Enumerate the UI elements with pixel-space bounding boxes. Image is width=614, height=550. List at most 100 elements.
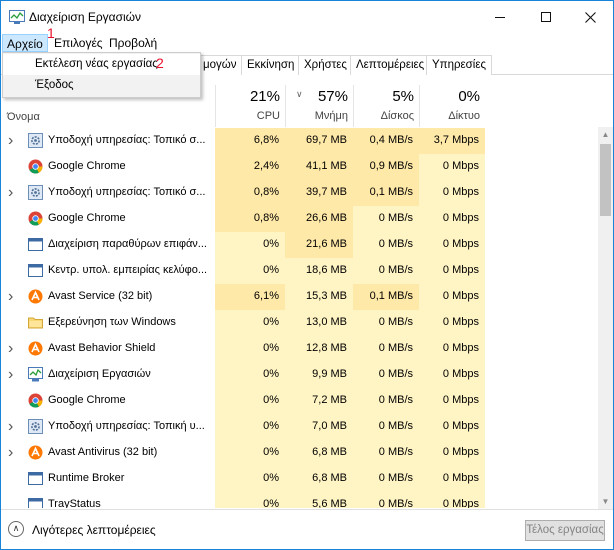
process-row[interactable]: Google Chrome 2,4% 41,1 MB 0,9 MB/s 0 Mbps xyxy=(1,154,598,180)
menu-file[interactable]: Αρχείο xyxy=(2,34,48,52)
process-memory-value: 9,9 MB xyxy=(285,362,353,388)
sort-down-icon: ∨ xyxy=(296,89,303,99)
process-cpu-value: 0% xyxy=(215,414,285,440)
process-row[interactable]: › Υποδοχή υπηρεσίας: Τοπικό σ... 6,8% 69,7 … xyxy=(1,128,598,154)
process-row[interactable]: Διαχείριση παραθύρων επιφάν... 0% 21,6 MB 0… xyxy=(1,232,598,258)
title-bar[interactable]: Διαχείριση Εργασιών xyxy=(1,1,613,33)
process-cpu-value: 6,8% xyxy=(215,128,285,154)
scroll-up-icon[interactable]: ▲ xyxy=(598,127,613,142)
window-icon xyxy=(28,471,43,486)
process-disk-value: 0 MB/s xyxy=(353,258,419,284)
minimize-icon xyxy=(495,16,505,18)
process-disk-value: 0,1 MB/s xyxy=(353,180,419,206)
process-row[interactable]: › Avast Service (32 bit) 6,1% 15,3 MB 0,1 MB… xyxy=(1,284,598,310)
process-list: › Υποδοχή υπηρεσίας: Τοπικό σ... 6,8% 69,7 … xyxy=(1,128,598,508)
menu-options[interactable]: Επιλογές xyxy=(50,34,107,52)
process-disk-value: 0 MB/s xyxy=(353,336,419,362)
process-row[interactable]: Google Chrome 0,8% 26,6 MB 0 MB/s 0 Mbps xyxy=(1,206,598,232)
process-disk-value: 0 MB/s xyxy=(353,440,419,466)
cpu-label: CPU xyxy=(256,110,280,122)
process-name: Google Chrome xyxy=(48,160,126,172)
process-disk-value: 0 MB/s xyxy=(353,388,419,414)
process-memory-value: 7,2 MB xyxy=(285,388,353,414)
column-header-memory[interactable]: ∨ 57% Μνήμη xyxy=(285,85,353,127)
chevron-right-icon[interactable]: › xyxy=(8,336,13,361)
scrollbar-thumb[interactable] xyxy=(600,144,611,216)
process-memory-value: 41,1 MB xyxy=(285,154,353,180)
disk-label: Δίσκος xyxy=(380,110,414,122)
process-network-value: 0 Mbps xyxy=(419,388,485,414)
process-row[interactable]: › Διαχείριση Εργασιών 0% 9,9 MB 0 MB/s 0 Mbps xyxy=(1,362,598,388)
process-memory-value: 69,7 MB xyxy=(285,128,353,154)
tab-app-history[interactable]: μογών xyxy=(197,55,243,75)
chevron-right-icon[interactable]: › xyxy=(8,440,13,465)
chevron-up-icon[interactable]: ∧ xyxy=(8,521,24,537)
process-network-value: 0 Mbps xyxy=(419,258,485,284)
process-cpu-value: 0% xyxy=(215,232,285,258)
process-name: Διαχείριση παραθύρων επιφάν... xyxy=(48,238,207,250)
window-icon xyxy=(28,263,43,278)
close-button[interactable] xyxy=(567,1,613,33)
chrome-icon xyxy=(28,159,43,174)
process-name: Google Chrome xyxy=(48,212,126,224)
avast-icon xyxy=(28,289,43,304)
chevron-right-icon[interactable]: › xyxy=(8,414,13,439)
tab-users[interactable]: Χρήστες xyxy=(298,55,353,75)
tab-services[interactable]: Υπηρεσίες xyxy=(426,55,492,75)
column-header-cpu[interactable]: 21% CPU xyxy=(215,85,285,127)
taskmgr-icon xyxy=(28,367,43,382)
menu-item-run-new-task[interactable]: Εκτέλεση νέας εργασίας xyxy=(3,54,200,75)
process-memory-value: 15,3 MB xyxy=(285,284,353,310)
process-row[interactable]: Google Chrome 0% 7,2 MB 0 MB/s 0 Mbps xyxy=(1,388,598,414)
vertical-scrollbar[interactable]: ▲ ▼ xyxy=(598,127,613,509)
cpu-total: 21% xyxy=(249,88,280,105)
process-disk-value: 0 MB/s xyxy=(353,310,419,336)
maximize-button[interactable] xyxy=(523,1,569,33)
folder-icon xyxy=(28,315,43,330)
process-name: Υποδοχή υπηρεσίας: Τοπικό σ... xyxy=(48,134,206,146)
chevron-right-icon[interactable]: › xyxy=(8,180,13,205)
process-name: Διαχείριση Εργασιών xyxy=(48,368,151,380)
tab-startup[interactable]: Εκκίνηση xyxy=(241,55,301,75)
process-cpu-value: 0% xyxy=(215,336,285,362)
process-name: Κεντρ. υπολ. εμπειρίας κελύφο... xyxy=(48,264,208,276)
scroll-down-icon[interactable]: ▼ xyxy=(598,494,613,509)
column-header-name[interactable]: Όνομα xyxy=(7,111,40,123)
process-memory-value: 6,8 MB xyxy=(285,440,353,466)
process-name: Υποδοχή υπηρεσίας: Τοπικό σ... xyxy=(48,186,206,198)
chevron-right-icon[interactable]: › xyxy=(8,128,13,153)
process-cpu-value: 6,1% xyxy=(215,284,285,310)
menu-item-exit[interactable]: Έξοδος xyxy=(3,75,200,96)
column-header-network[interactable]: 0% Δίκτυο xyxy=(419,85,485,127)
process-network-value: 0 Mbps xyxy=(419,362,485,388)
gear-icon xyxy=(28,185,43,200)
task-manager-icon xyxy=(9,10,25,24)
menu-view[interactable]: Προβολή xyxy=(105,34,161,52)
process-name: Google Chrome xyxy=(48,394,126,406)
end-task-button[interactable]: Τέλος εργασίας xyxy=(525,520,605,541)
process-name: Εξερεύνηση των Windows xyxy=(48,316,176,328)
chevron-right-icon[interactable]: › xyxy=(8,362,13,387)
process-network-value: 0 Mbps xyxy=(419,492,485,508)
process-cpu-value: 0% xyxy=(215,310,285,336)
process-row[interactable]: › Avast Behavior Shield 0% 12,8 MB 0 MB/s 0 M… xyxy=(1,336,598,362)
process-row[interactable]: Runtime Broker 0% 6,8 MB 0 MB/s 0 Mbps xyxy=(1,466,598,492)
tab-details[interactable]: Λεπτομέρειες xyxy=(350,55,431,75)
column-header-disk[interactable]: 5% Δίσκος xyxy=(353,85,419,127)
process-name: Υποδοχή υπηρεσίας: Τοπική υ... xyxy=(48,420,205,432)
process-network-value: 0 Mbps xyxy=(419,232,485,258)
process-row[interactable]: › Avast Antivirus (32 bit) 0% 6,8 MB 0 MB/s 0… xyxy=(1,440,598,466)
process-row[interactable]: › Υποδοχή υπηρεσίας: Τοπική υ... 0% 7,0 MB 0… xyxy=(1,414,598,440)
close-icon xyxy=(584,11,596,23)
process-memory-value: 6,8 MB xyxy=(285,466,353,492)
minimize-button[interactable] xyxy=(477,1,523,33)
process-disk-value: 0 MB/s xyxy=(353,414,419,440)
process-row[interactable]: TrayStatus 0% 5,6 MB 0 MB/s 0 Mbps xyxy=(1,492,598,508)
chevron-right-icon[interactable]: › xyxy=(8,284,13,309)
process-row[interactable]: Κεντρ. υπολ. εμπειρίας κελύφο... 0% 18,6 M… xyxy=(1,258,598,284)
process-row[interactable]: Εξερεύνηση των Windows 0% 13,0 MB 0 MB/s 0 M… xyxy=(1,310,598,336)
footer-bar: ∧ Λιγότερες λεπτομέρειες Τέλος εργασίας xyxy=(1,509,613,549)
process-name: Avast Service (32 bit) xyxy=(48,290,153,302)
process-row[interactable]: › Υποδοχή υπηρεσίας: Τοπικό σ... 0,8% 39,7 … xyxy=(1,180,598,206)
fewer-details-link[interactable]: Λιγότερες λεπτομέρειες xyxy=(32,523,156,537)
